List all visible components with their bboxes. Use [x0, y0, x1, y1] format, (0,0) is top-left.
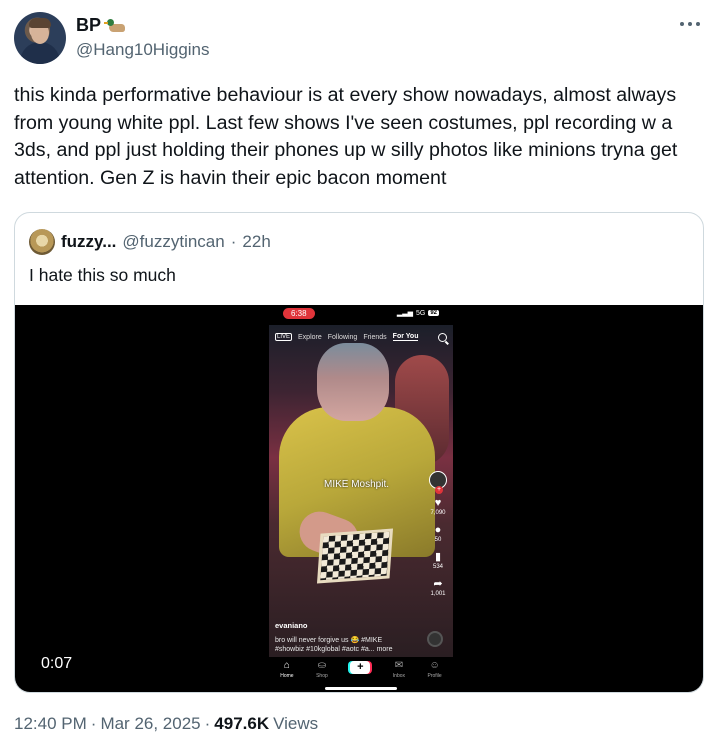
save-count: 534	[432, 564, 443, 570]
meta-separator-2: ·	[204, 714, 211, 733]
quoted-author-handle[interactable]: @fuzzytincan	[122, 232, 224, 252]
meta-separator-1: ·	[90, 714, 97, 733]
quoted-tweet[interactable]: fuzzy... @fuzzytincan · 22h I hate this …	[14, 212, 704, 693]
author-avatar[interactable]	[14, 12, 66, 64]
quoted-tweet-text: I hate this so much	[29, 265, 176, 285]
nav-home-label: Home	[280, 673, 294, 679]
author-name-text: BP	[76, 15, 102, 35]
network-label: 5G	[415, 309, 426, 317]
inbox-icon: ✉	[394, 660, 404, 671]
nav-profile: ☺ Profile	[427, 660, 442, 680]
video-player[interactable]: 6:38 ▂▃▅ 5G 92 MIKE Moshpit. LIVE Explor…	[15, 305, 703, 692]
author-handle[interactable]: @Hang10Higgins	[76, 40, 210, 60]
comment-count: 50	[434, 537, 442, 543]
home-indicator	[325, 687, 397, 690]
avatar-hair	[29, 18, 51, 28]
views-label: Views	[273, 714, 319, 733]
tweet-date[interactable]: Mar 26, 2025	[100, 714, 200, 734]
phone-status-bar: 6:38 ▂▃▅ 5G 92	[269, 305, 453, 325]
tiktok-feed-frame: MIKE Moshpit. LIVE Explore Following Fri…	[269, 325, 453, 657]
quoted-tweet-time[interactable]: 22h	[242, 232, 270, 252]
video-caption: evaniano bro will never forgive us 😂 #MI…	[275, 621, 423, 654]
chessboard	[316, 528, 394, 584]
share-action: ➦ 1,001	[430, 578, 445, 597]
heart-icon: ♥	[434, 497, 442, 509]
phone-status-right: ▂▃▅ 5G 92	[397, 309, 439, 317]
nav-shop: ⛀ Shop	[316, 660, 328, 680]
bookmark-icon: ▮	[434, 551, 442, 563]
caption-username: evaniano	[275, 621, 308, 630]
duck-icon	[104, 18, 127, 34]
signal-icon: ▂▃▅	[396, 310, 413, 317]
nav-create: +	[350, 661, 371, 674]
tiktok-action-rail: ♥ 7,090 ● 50 ▮ 534 ➦ 1,001	[425, 471, 451, 597]
live-icon: LIVE	[275, 333, 293, 341]
nav-profile-label: Profile	[427, 673, 442, 679]
nav-inbox-label: Inbox	[392, 673, 406, 679]
music-disc-icon	[427, 631, 443, 647]
search-icon	[438, 332, 447, 342]
separator-dot: ·	[230, 232, 237, 251]
home-icon: ⌂	[283, 660, 290, 671]
quoted-tweet-header: fuzzy... @fuzzytincan · 22h	[29, 229, 271, 255]
share-count: 1,001	[430, 591, 446, 597]
tab-for-you: For You	[392, 333, 419, 341]
like-action: ♥ 7,090	[430, 497, 445, 516]
caption-line-1: bro will never forgive us 😂 #MIKE	[275, 637, 383, 644]
quoted-author-avatar[interactable]	[29, 229, 55, 255]
shop-icon: ⛀	[317, 660, 327, 671]
save-action: ▮ 534	[433, 551, 443, 570]
tweet-meta: 12:40 PM · Mar 26, 2025 · 497.6K Views	[14, 714, 318, 734]
person-head	[317, 343, 389, 421]
profile-icon: ☺	[429, 660, 440, 671]
battery-icon: 92	[428, 310, 439, 316]
nav-shop-label: Shop	[316, 673, 328, 679]
tab-following: Following	[327, 333, 358, 341]
creator-avatar	[429, 471, 447, 494]
tweet-text: this kinda performative behaviour is at …	[14, 84, 683, 189]
avatar-shirt	[20, 42, 60, 64]
phone-status-time: 6:38	[283, 308, 315, 319]
author-display-name[interactable]: BP	[76, 15, 127, 36]
phone-screen-recording: 6:38 ▂▃▅ 5G 92 MIKE Moshpit. LIVE Explor…	[269, 305, 453, 692]
nav-inbox: ✉ Inbox	[392, 660, 406, 680]
like-count: 7,090	[430, 510, 446, 516]
views-count[interactable]: 497.6K	[214, 714, 269, 734]
quoted-author-name[interactable]: fuzzy...	[61, 232, 116, 252]
comment-icon: ●	[434, 524, 442, 536]
tweet-time[interactable]: 12:40 PM	[14, 714, 87, 734]
video-duration: 0:07	[41, 655, 73, 672]
video-overlay-text: MIKE Moshpit.	[324, 479, 390, 490]
tab-friends: Friends	[363, 333, 387, 341]
tweet-header: BP @Hang10Higgins	[14, 12, 702, 68]
share-icon: ➦	[433, 578, 443, 590]
tiktok-bottom-nav: ⌂ Home ⛀ Shop + ✉ Inbox ☺ Profile	[269, 657, 453, 692]
nav-home: ⌂ Home	[280, 660, 294, 680]
tab-explore: Explore	[298, 333, 322, 341]
caption-line-2: #showbiz #10kglobal #aotc #a... more	[275, 646, 393, 653]
more-options-icon[interactable]	[678, 14, 702, 34]
tiktok-top-nav: LIVE Explore Following Friends For You	[269, 329, 453, 345]
comment-action: ● 50	[435, 524, 442, 543]
create-plus-icon: +	[350, 661, 371, 674]
